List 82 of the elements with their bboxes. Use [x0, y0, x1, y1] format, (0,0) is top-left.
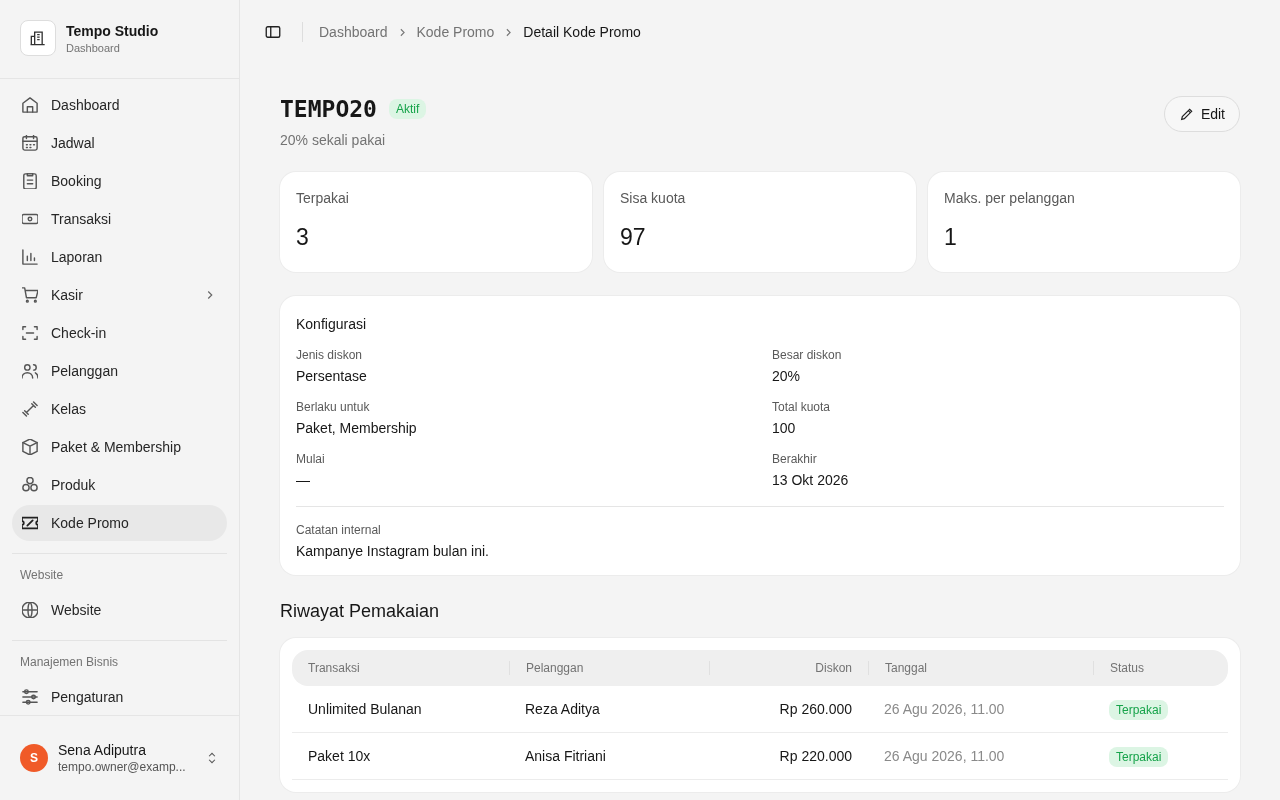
column-header: Status [1093, 661, 1228, 675]
pencil-icon [1178, 106, 1195, 122]
breadcrumb-link[interactable]: Dashboard [319, 24, 388, 40]
table-cell-text: Rp 220.000 [778, 748, 853, 764]
stat-label: Terpakai [296, 190, 350, 206]
table-cell-text: Anisa Fitriani [524, 748, 607, 764]
sidebar-item[interactable]: Kelas [12, 391, 227, 427]
brand-name: Tempo Studio [66, 22, 159, 39]
field-label: Jenis diskon [296, 348, 364, 362]
column-header: Tanggal [868, 661, 1093, 675]
field-label: Besar diskon [772, 348, 843, 362]
avatar: S [20, 744, 48, 772]
user-menu[interactable]: S Sena Adiputra tempo.owner@examp... [0, 715, 239, 800]
table-cell-text: Reza Aditya [524, 701, 601, 717]
package-icon [22, 439, 38, 455]
sidebar-item[interactable]: Pengaturan [12, 679, 227, 715]
brand-subtitle: Dashboard [66, 41, 121, 54]
promo-description: 20% sekali pakai [280, 132, 387, 148]
ticket-icon [22, 515, 38, 531]
field-value: — [296, 472, 311, 488]
section-title: Riwayat Pemakaian [280, 601, 441, 622]
card-title: Konfigurasi [296, 316, 368, 332]
home-icon [22, 97, 38, 113]
status-badge: Aktif [388, 99, 427, 119]
table-cell-text: Paket 10x [307, 748, 372, 764]
sidebar-item[interactable]: Website [12, 592, 227, 628]
sidebar-item[interactable]: Kode Promo [12, 505, 227, 541]
field-label: Total kuota [772, 400, 832, 414]
building-icon [20, 20, 56, 56]
promo-code: TEMPO20 [280, 96, 377, 122]
stat-label: Maks. per pelanggan [944, 190, 1076, 206]
breadcrumb-link[interactable]: Kode Promo [416, 24, 495, 40]
sidebar-toggle-icon[interactable] [264, 23, 282, 41]
banknote-icon [22, 211, 38, 227]
field-value: 20% [772, 368, 802, 384]
field-value: Persentase [296, 368, 368, 384]
circles-icon [22, 477, 38, 493]
cart-icon [22, 287, 38, 303]
table-cell-text: 26 Agu 2026, 11.00 [883, 748, 1006, 764]
status-badge: Terpakai [1109, 747, 1169, 767]
user-email: tempo.owner@examp... [58, 760, 187, 774]
status-badge: Terpakai [1109, 700, 1169, 720]
stat-value: 3 [296, 224, 310, 251]
sliders-icon [22, 689, 38, 705]
edit-button[interactable]: Edit [1163, 96, 1240, 132]
bar-chart-icon [22, 249, 38, 265]
user-name: Sena Adiputra [58, 742, 147, 758]
dumbbell-icon [22, 401, 38, 417]
sidebar-item[interactable]: Booking [12, 163, 227, 199]
field-value: 100 [772, 420, 797, 436]
section-heading: Manajemen Bisnis [19, 655, 120, 669]
column-header: Pelanggan [509, 661, 709, 675]
field-value: Paket, Membership [296, 420, 418, 436]
sidebar-item[interactable]: Jadwal [12, 125, 227, 161]
table-cell-text: Unlimited Bulanan [307, 701, 423, 717]
field-label: Catatan internal [296, 523, 382, 537]
field-value: 13 Okt 2026 [772, 472, 850, 488]
sidebar-item[interactable]: Laporan [12, 239, 227, 275]
table-cell-text: Rp 260.000 [778, 701, 853, 717]
sidebar-item[interactable]: Pelanggan [12, 353, 227, 389]
users-icon [22, 363, 38, 379]
table-cell-text: 26 Agu 2026, 11.00 [883, 701, 1006, 717]
stat-value: 1 [944, 224, 958, 251]
sidebar-item[interactable]: Transaksi [12, 201, 227, 237]
stat-value: 97 [620, 224, 647, 251]
field-label: Mulai [296, 452, 326, 466]
sidebar-item[interactable]: Dashboard [12, 87, 227, 123]
field-label: Berlaku untuk [296, 400, 371, 414]
column-header: Transaksi [307, 661, 361, 675]
column-header: Diskon [709, 661, 868, 675]
globe-icon [22, 602, 38, 618]
note-text: Kampanye Instagram bulan ini. [296, 543, 490, 559]
scan-icon [22, 325, 38, 341]
section-heading: Website [19, 568, 65, 582]
sidebar-item[interactable]: Produk [12, 467, 227, 503]
sidebar-item[interactable]: Kasir [12, 277, 227, 313]
field-label: Berakhir [772, 452, 818, 466]
sidebar-item[interactable]: Paket & Membership [12, 429, 227, 465]
sidebar-item[interactable]: Check-in [12, 315, 227, 351]
clipboard-icon [22, 173, 38, 189]
stat-label: Sisa kuota [620, 190, 687, 206]
calendar-icon [22, 135, 38, 151]
